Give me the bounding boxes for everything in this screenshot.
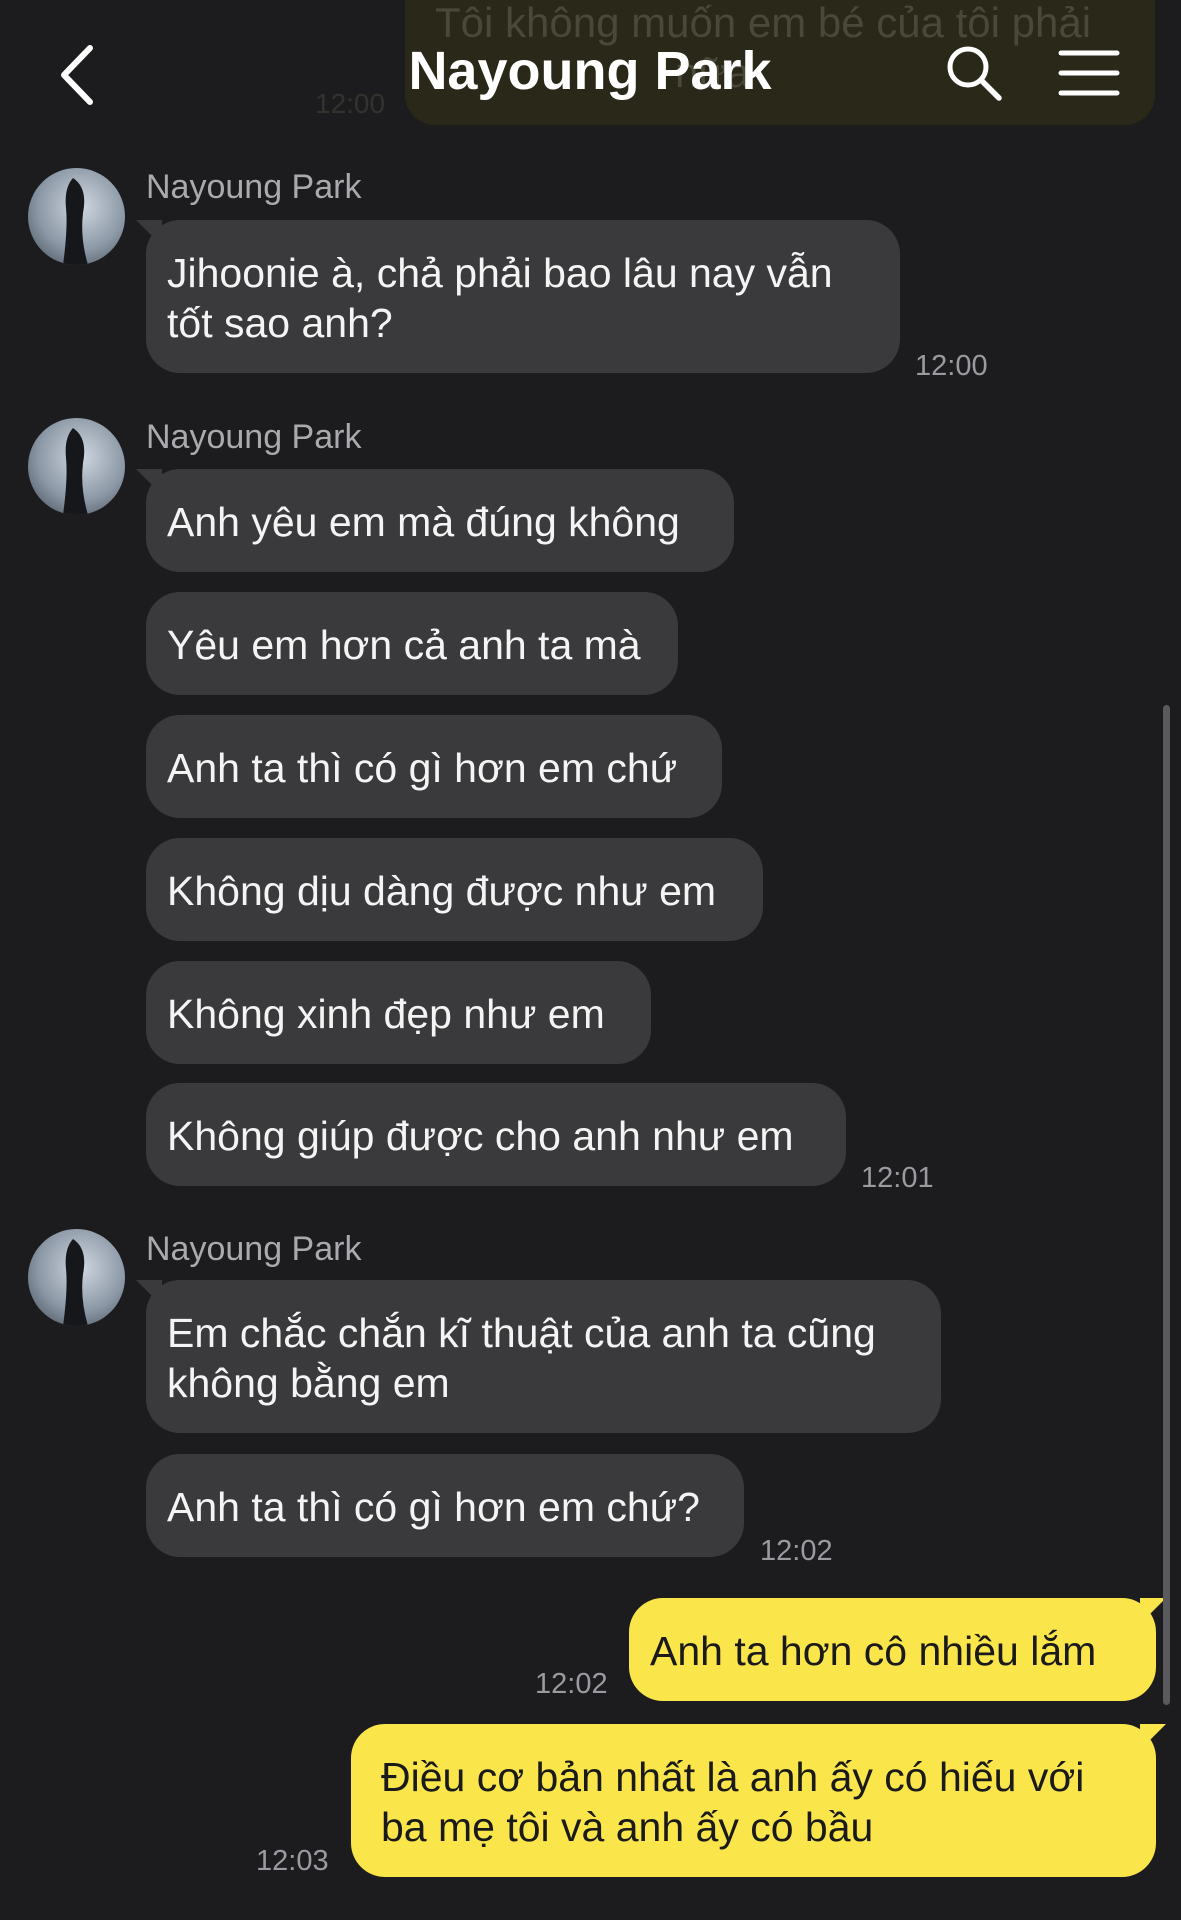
message-time: 12:00 [915,350,988,382]
avatar-image [63,1239,88,1326]
message-time: 12:02 [760,1535,833,1567]
avatar[interactable] [28,418,125,515]
avatar-image [63,428,88,515]
avatar-image [63,178,88,265]
message-bubble[interactable]: Jihoonie à, chả phải bao lâu nay vẫn tốt… [146,220,900,373]
scrollbar[interactable] [1163,705,1170,1705]
message-bubble[interactable]: Không giúp được cho anh như em [146,1083,846,1186]
message-bubble[interactable]: Yêu em hơn cả anh ta mà [146,592,678,695]
back-arrow-icon[interactable] [52,42,102,108]
message-bubble[interactable]: Anh ta thì có gì hơn em chứ? [146,1454,744,1557]
avatar[interactable] [28,168,125,265]
message-time: 12:03 [256,1845,329,1877]
outgoing-message-bubble[interactable]: Anh ta hơn cô nhiều lắm [629,1598,1156,1701]
chat-header: Tôi không muốn em bé của tôi phải nữa 12… [0,0,1181,150]
message-bubble[interactable]: Anh yêu em mà đúng không [146,469,734,572]
sender-name: Nayoung Park [146,418,362,456]
message-bubble[interactable]: Không dịu dàng được như em [146,838,763,941]
sender-name: Nayoung Park [146,168,362,206]
menu-icon[interactable] [1058,48,1120,98]
message-bubble[interactable]: Không xinh đẹp như em [146,961,651,1064]
search-icon[interactable] [945,44,1003,102]
chat-title: Nayoung Park [408,41,772,101]
ghost-time: 12:00 [315,88,386,119]
message-bubble[interactable]: Em chắc chắn kĩ thuật của anh ta cũng kh… [146,1280,941,1433]
avatar[interactable] [28,1229,125,1326]
message-bubble[interactable]: Anh ta thì có gì hơn em chứ [146,715,722,818]
outgoing-message-bubble[interactable]: Điều cơ bản nhất là anh ấy có hiếu với b… [351,1724,1156,1877]
message-time: 12:02 [535,1668,608,1700]
sender-name: Nayoung Park [146,1230,362,1268]
message-time: 12:01 [861,1162,934,1194]
